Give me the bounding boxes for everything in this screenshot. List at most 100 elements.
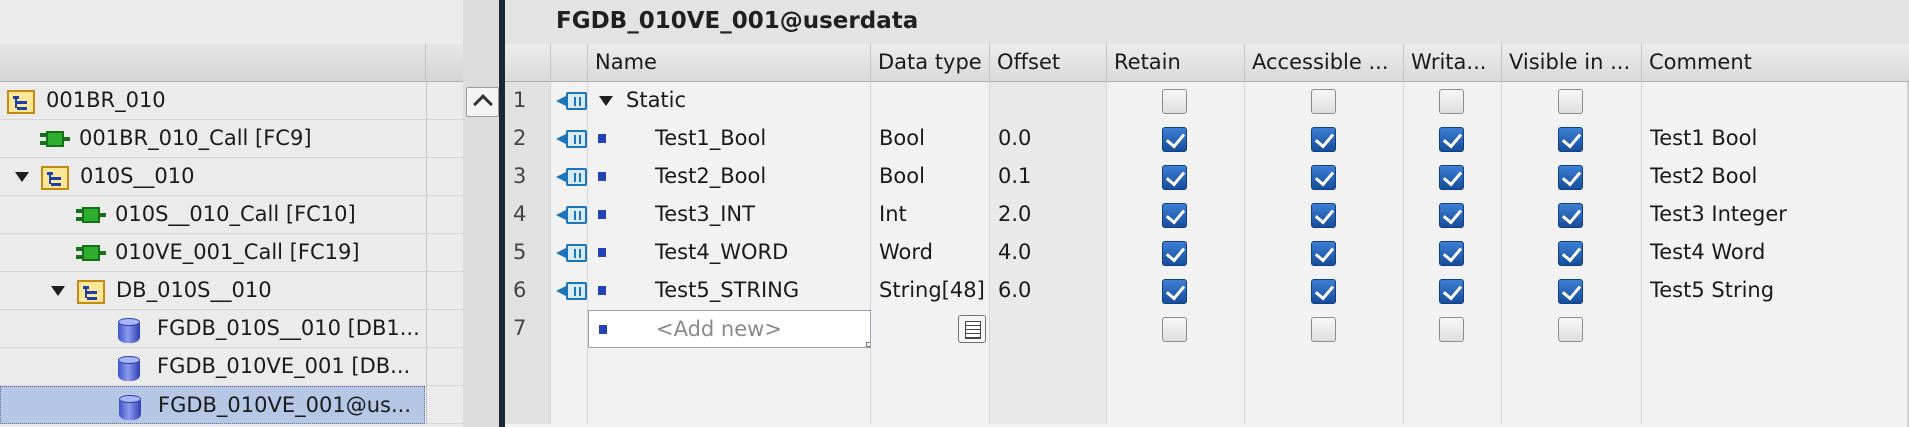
accessible-checkbox-cell[interactable] [1245, 82, 1404, 120]
data-type-cell[interactable]: String[48] [871, 272, 990, 310]
accessible-checkbox-cell[interactable] [1245, 234, 1404, 272]
member-name-cell[interactable]: Test4_WORD [588, 234, 871, 272]
column-header-writable[interactable]: Writa... [1404, 44, 1502, 82]
visible-checkbox[interactable] [1558, 203, 1583, 228]
table-row[interactable]: 4 Test3_INT Int 2.0 Test3 Integer [505, 196, 1909, 234]
retain-checkbox-cell[interactable] [1107, 234, 1245, 272]
tree-item-cell[interactable]: 001BR_010_Call [FC9] [0, 120, 425, 158]
writable-checkbox[interactable] [1439, 89, 1464, 114]
writable-checkbox-cell[interactable] [1404, 196, 1502, 234]
column-header-name[interactable]: Name [588, 44, 871, 82]
visible-checkbox[interactable] [1558, 165, 1583, 190]
visible-checkbox[interactable] [1558, 89, 1583, 114]
table-row[interactable]: 7 <Add new> [505, 310, 1909, 348]
writable-checkbox[interactable] [1439, 127, 1464, 152]
member-name-cell[interactable]: Test2_Bool [588, 158, 871, 196]
data-type-cell[interactable]: Word [871, 234, 990, 272]
tree-item-cell[interactable]: FGDB_010VE_001 [DB... [0, 348, 425, 386]
data-type-picker-button[interactable] [958, 315, 986, 343]
column-header-accessible[interactable]: Accessible ... [1245, 44, 1404, 82]
collapse-arrow-icon[interactable] [15, 172, 29, 182]
retain-checkbox-cell[interactable] [1107, 158, 1245, 196]
retain-checkbox-cell[interactable] [1107, 196, 1245, 234]
tree-item-cell[interactable]: 010S__010_Call [FC10] [0, 196, 425, 234]
tree-item-cell[interactable]: 001BR_010 [0, 82, 425, 120]
add-new-input[interactable]: <Add new> [588, 310, 871, 348]
data-type-cell[interactable] [871, 310, 990, 348]
retain-checkbox[interactable] [1162, 165, 1187, 190]
accessible-checkbox[interactable] [1311, 165, 1336, 190]
column-header-comment[interactable]: Comment [1642, 44, 1909, 82]
tree-item-cell[interactable]: 010VE_001_Call [FC19] [0, 234, 425, 272]
visible-checkbox-cell[interactable] [1502, 120, 1642, 158]
retain-checkbox[interactable] [1162, 241, 1187, 266]
accessible-checkbox-cell[interactable] [1245, 158, 1404, 196]
column-header-retain[interactable]: Retain [1107, 44, 1245, 82]
visible-checkbox[interactable] [1558, 127, 1583, 152]
tree-item[interactable]: FGDB_010S__010 [DB1... [0, 310, 463, 348]
writable-checkbox[interactable] [1439, 165, 1464, 190]
accessible-checkbox-cell[interactable] [1245, 272, 1404, 310]
column-header-visible[interactable]: Visible in ... [1502, 44, 1642, 82]
member-name-cell[interactable]: Test1_Bool [588, 120, 871, 158]
tree-item-cell[interactable]: FGDB_010VE_001@us... [0, 386, 425, 424]
data-type-cell[interactable]: Bool [871, 158, 990, 196]
retain-checkbox[interactable] [1162, 89, 1187, 114]
writable-checkbox[interactable] [1439, 317, 1464, 342]
visible-checkbox-cell[interactable] [1502, 272, 1642, 310]
writable-checkbox-cell[interactable] [1404, 272, 1502, 310]
retain-checkbox[interactable] [1162, 203, 1187, 228]
visible-checkbox-cell[interactable] [1502, 158, 1642, 196]
member-name-cell[interactable]: Static [588, 82, 871, 120]
data-type-cell[interactable]: Bool [871, 120, 990, 158]
data-type-cell[interactable]: Int [871, 196, 990, 234]
comment-cell[interactable]: Test5 String [1642, 272, 1909, 310]
retain-checkbox[interactable] [1162, 127, 1187, 152]
retain-checkbox[interactable] [1162, 279, 1187, 304]
retain-checkbox[interactable] [1162, 317, 1187, 342]
writable-checkbox-cell[interactable] [1404, 234, 1502, 272]
scroll-up-button[interactable] [466, 87, 499, 117]
writable-checkbox[interactable] [1439, 203, 1464, 228]
table-row[interactable]: 5 Test4_WORD Word 4.0 Test4 Word [505, 234, 1909, 272]
writable-checkbox-cell[interactable] [1404, 310, 1502, 348]
writable-checkbox-cell[interactable] [1404, 120, 1502, 158]
accessible-checkbox[interactable] [1311, 89, 1336, 114]
member-name-cell[interactable]: Test3_INT [588, 196, 871, 234]
retain-checkbox-cell[interactable] [1107, 310, 1245, 348]
writable-checkbox[interactable] [1439, 241, 1464, 266]
tree-item[interactable]: FGDB_010VE_001@us... [0, 386, 463, 424]
comment-cell[interactable] [1642, 82, 1909, 120]
tree-item[interactable]: 010VE_001_Call [FC19] [0, 234, 463, 272]
comment-cell[interactable] [1642, 310, 1909, 348]
visible-checkbox[interactable] [1558, 317, 1583, 342]
visible-checkbox-cell[interactable] [1502, 234, 1642, 272]
writable-checkbox-cell[interactable] [1404, 82, 1502, 120]
visible-checkbox[interactable] [1558, 279, 1583, 304]
visible-checkbox-cell[interactable] [1502, 82, 1642, 120]
accessible-checkbox[interactable] [1311, 127, 1336, 152]
data-type-cell[interactable] [871, 82, 990, 120]
tree-item-cell[interactable]: DB_010S__010 [0, 272, 425, 310]
tree-item[interactable]: DB_010S__010 [0, 272, 463, 310]
collapse-arrow-icon[interactable] [51, 286, 65, 296]
accessible-checkbox-cell[interactable] [1245, 310, 1404, 348]
tree-item[interactable]: 001BR_010 [0, 82, 463, 120]
tree-item[interactable]: 010S__010_Call [FC10] [0, 196, 463, 234]
accessible-checkbox[interactable] [1311, 203, 1336, 228]
accessible-checkbox[interactable] [1311, 279, 1336, 304]
visible-checkbox-cell[interactable] [1502, 196, 1642, 234]
table-row[interactable]: 2 Test1_Bool Bool 0.0 Test1 Bool [505, 120, 1909, 158]
comment-cell[interactable]: Test4 Word [1642, 234, 1909, 272]
tree-item[interactable]: 001BR_010_Call [FC9] [0, 120, 463, 158]
column-header-offset[interactable]: Offset [990, 44, 1107, 82]
retain-checkbox-cell[interactable] [1107, 82, 1245, 120]
comment-cell[interactable]: Test2 Bool [1642, 158, 1909, 196]
collapse-arrow-icon[interactable] [599, 96, 613, 106]
tree-item-cell[interactable]: 010S__010 [0, 158, 425, 196]
retain-checkbox-cell[interactable] [1107, 120, 1245, 158]
writable-checkbox-cell[interactable] [1404, 158, 1502, 196]
comment-cell[interactable]: Test3 Integer [1642, 196, 1909, 234]
visible-checkbox[interactable] [1558, 241, 1583, 266]
table-row[interactable]: 6 Test5_STRING String[48] 6.0 Test5 String [505, 272, 1909, 310]
